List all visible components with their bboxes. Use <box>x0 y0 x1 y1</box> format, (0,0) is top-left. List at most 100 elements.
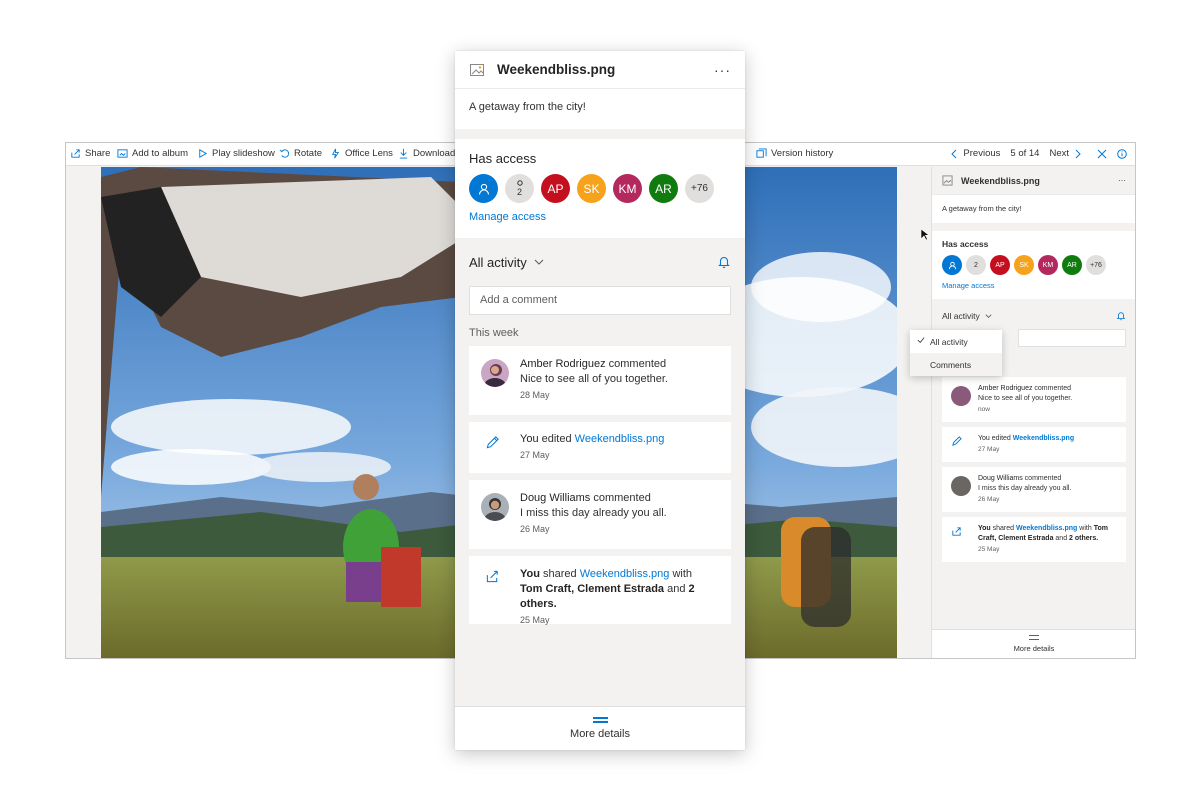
more-options-icon[interactable]: ··· <box>714 62 731 78</box>
avatar[interactable]: KM <box>1038 255 1058 275</box>
share-button[interactable]: Share <box>70 148 110 159</box>
person-icon <box>948 261 956 269</box>
image-file-icon <box>942 175 953 186</box>
share-icon <box>71 149 80 158</box>
image-file-icon <box>470 63 484 76</box>
handle-icon <box>592 717 608 723</box>
add-to-album-button[interactable]: Add to album <box>117 148 188 159</box>
version-history-button[interactable]: Version history <box>756 148 833 159</box>
details-panel: Weekendbliss.png ··· A getaway from the … <box>455 51 745 750</box>
avatar[interactable]: AP <box>541 174 570 203</box>
mini-file-name: Weekendbliss.png <box>961 175 1040 186</box>
avatar <box>951 386 971 406</box>
viewer-pager: Previous 5 of 14 Next <box>949 148 1127 159</box>
manage-access-link[interactable]: Manage access <box>469 211 731 223</box>
mini-comment-input[interactable] <box>1018 329 1126 347</box>
share-icon <box>952 527 961 536</box>
chevron-right-icon <box>1075 149 1081 158</box>
album-icon <box>117 149 128 158</box>
chevron-left-icon <box>951 149 957 158</box>
avatar[interactable]: 2 <box>966 255 986 275</box>
section-this-week: This week <box>469 327 519 339</box>
mini-description: A getaway from the city! <box>932 195 1135 223</box>
play-slideshow-button[interactable]: Play slideshow <box>197 148 275 159</box>
avatar <box>481 359 509 387</box>
file-description: A getaway from the city! <box>455 89 745 129</box>
avatar[interactable]: SK <box>1014 255 1034 275</box>
check-icon <box>917 337 925 343</box>
access-avatar-list: 2 AP SK KM AR +76 <box>469 174 731 203</box>
previous-button[interactable]: Previous <box>949 148 1000 159</box>
activity-author: Amber Rodriguez <box>520 358 606 370</box>
mini-activity-filter[interactable]: All activity <box>932 299 1135 321</box>
avatar <box>951 476 971 496</box>
activity-text: I miss this day already you all. <box>520 507 667 519</box>
list-item: Amber Rodriguez commented Nice to see al… <box>942 377 1126 422</box>
mouse-cursor-icon <box>920 228 930 241</box>
avatar-group[interactable]: 2 <box>505 174 534 203</box>
activity-date: 26 May <box>520 524 550 534</box>
list-item: Doug Williams commented I miss this day … <box>942 467 1126 512</box>
lens-icon <box>332 148 340 159</box>
history-icon <box>756 148 767 158</box>
activity-filter-dropdown: All activity Comments <box>910 330 1002 376</box>
list-item: You edited Weekendbliss.png 27 May <box>942 427 1126 462</box>
download-button[interactable]: Download <box>398 148 455 159</box>
dropdown-item-all-activity[interactable]: All activity <box>910 330 1002 353</box>
handle-icon <box>1029 635 1039 640</box>
next-button[interactable]: Next <box>1049 148 1083 159</box>
mini-manage-access-link[interactable]: Manage access <box>942 281 1126 290</box>
avatar[interactable]: AR <box>649 174 678 203</box>
avatar[interactable]: SK <box>577 174 606 203</box>
page-count: 5 of 14 <box>1010 148 1040 159</box>
mini-access-section: Has access 2 AP SK KM AR +76 Manage acce… <box>932 231 1135 299</box>
play-icon <box>199 149 208 158</box>
list-item: You shared Weekendbliss.png with Tom Cra… <box>469 556 731 625</box>
list-item: Amber Rodriguez commented Nice to see al… <box>469 346 731 415</box>
share-icon <box>486 570 498 583</box>
file-name: Weekendbliss.png <box>497 62 616 77</box>
pencil-icon <box>952 436 962 446</box>
avatar[interactable]: KM <box>613 174 642 203</box>
close-icon[interactable] <box>1097 149 1107 159</box>
activity-date: 28 May <box>520 390 550 400</box>
activity-date: 25 May <box>520 615 550 625</box>
panel-header: Weekendbliss.png ··· <box>455 51 745 89</box>
access-section: Has access 2 AP SK KM AR +76 Manage acce… <box>455 139 745 238</box>
activity-text: Nice to see all of you together. <box>520 373 668 385</box>
avatar[interactable]: AR <box>1062 255 1082 275</box>
comment-input[interactable]: Add a comment <box>469 286 731 315</box>
activity-filter[interactable]: All activity <box>455 238 745 286</box>
office-lens-button[interactable]: Office Lens <box>330 148 393 159</box>
rotate-icon <box>279 149 289 158</box>
list-item: Doug Williams commented I miss this day … <box>469 480 731 549</box>
list-item: You shared Weekendbliss.png with Tom Cra… <box>942 517 1126 562</box>
avatar[interactable] <box>942 255 962 275</box>
mini-more-details-button[interactable]: More details <box>932 629 1135 658</box>
avatar <box>481 493 509 521</box>
bell-icon[interactable] <box>1116 311 1126 321</box>
mini-activity-feed: Amber Rodriguez commented Nice to see al… <box>942 377 1126 567</box>
has-access-heading: Has access <box>469 151 537 166</box>
person-icon <box>478 183 489 195</box>
dropdown-item-comments[interactable]: Comments <box>910 353 1002 376</box>
mini-avatar-list: 2 AP SK KM AR +76 <box>942 255 1126 275</box>
file-link[interactable]: Weekendbliss.png <box>580 568 670 580</box>
download-icon <box>399 148 408 159</box>
chevron-down-icon <box>985 313 992 318</box>
info-icon[interactable] <box>1117 148 1127 159</box>
file-link[interactable]: Weekendbliss.png <box>575 433 665 445</box>
more-options-icon[interactable]: ··· <box>1118 176 1126 185</box>
activity-date: 27 May <box>520 450 550 460</box>
chevron-down-icon <box>534 259 544 265</box>
activity-feed: Amber Rodriguez commented Nice to see al… <box>455 346 745 625</box>
avatar[interactable]: +76 <box>1086 255 1106 275</box>
more-people-badge[interactable]: +76 <box>685 174 714 203</box>
activity-author: Doug Williams <box>520 492 591 504</box>
pencil-icon <box>486 436 499 449</box>
more-details-button[interactable]: More details <box>455 706 745 750</box>
bell-icon[interactable] <box>717 255 731 269</box>
rotate-button[interactable]: Rotate <box>279 148 322 159</box>
avatar[interactable] <box>469 174 498 203</box>
avatar[interactable]: AP <box>990 255 1010 275</box>
